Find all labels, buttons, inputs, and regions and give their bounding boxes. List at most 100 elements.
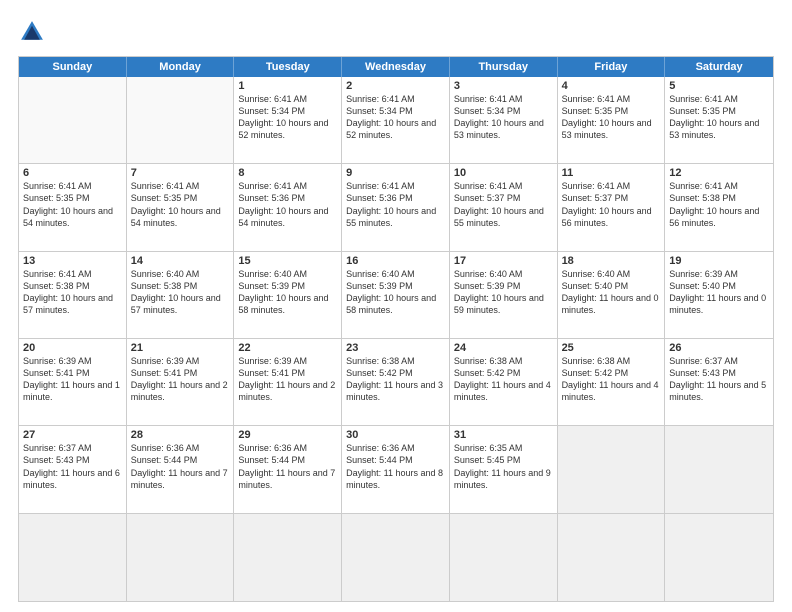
day-number: 24 [454, 342, 553, 354]
logo-icon [18, 18, 46, 46]
calendar-cell: 13Sunrise: 6:41 AM Sunset: 5:38 PM Dayli… [19, 252, 127, 338]
calendar-cell: 3Sunrise: 6:41 AM Sunset: 5:34 PM Daylig… [450, 77, 558, 163]
calendar-cell: 15Sunrise: 6:40 AM Sunset: 5:39 PM Dayli… [234, 252, 342, 338]
cell-info: Sunrise: 6:41 AM Sunset: 5:34 PM Dayligh… [346, 93, 445, 142]
cell-info: Sunrise: 6:41 AM Sunset: 5:37 PM Dayligh… [454, 180, 553, 229]
day-number: 23 [346, 342, 445, 354]
calendar-cell: 1Sunrise: 6:41 AM Sunset: 5:34 PM Daylig… [234, 77, 342, 163]
calendar-cell: 14Sunrise: 6:40 AM Sunset: 5:38 PM Dayli… [127, 252, 235, 338]
cell-info: Sunrise: 6:41 AM Sunset: 5:38 PM Dayligh… [23, 268, 122, 317]
cell-info: Sunrise: 6:36 AM Sunset: 5:44 PM Dayligh… [131, 442, 230, 491]
weekday-header-thursday: Thursday [450, 57, 558, 77]
day-number: 7 [131, 167, 230, 179]
day-number: 5 [669, 80, 769, 92]
day-number: 12 [669, 167, 769, 179]
day-number: 4 [562, 80, 661, 92]
calendar-cell: 10Sunrise: 6:41 AM Sunset: 5:37 PM Dayli… [450, 164, 558, 250]
weekday-header-friday: Friday [558, 57, 666, 77]
calendar-cell [450, 514, 558, 601]
calendar-cell [342, 514, 450, 601]
weekday-header-monday: Monday [127, 57, 235, 77]
calendar-cell: 22Sunrise: 6:39 AM Sunset: 5:41 PM Dayli… [234, 339, 342, 425]
day-number: 13 [23, 255, 122, 267]
day-number: 27 [23, 429, 122, 441]
cell-info: Sunrise: 6:41 AM Sunset: 5:38 PM Dayligh… [669, 180, 769, 229]
calendar-row: 13Sunrise: 6:41 AM Sunset: 5:38 PM Dayli… [19, 252, 773, 339]
cell-info: Sunrise: 6:40 AM Sunset: 5:39 PM Dayligh… [454, 268, 553, 317]
calendar-cell [127, 77, 235, 163]
calendar-cell: 25Sunrise: 6:38 AM Sunset: 5:42 PM Dayli… [558, 339, 666, 425]
weekday-header-saturday: Saturday [665, 57, 773, 77]
calendar-cell: 9Sunrise: 6:41 AM Sunset: 5:36 PM Daylig… [342, 164, 450, 250]
calendar-cell: 26Sunrise: 6:37 AM Sunset: 5:43 PM Dayli… [665, 339, 773, 425]
calendar-cell [558, 426, 666, 512]
calendar-cell [234, 514, 342, 601]
day-number: 22 [238, 342, 337, 354]
day-number: 28 [131, 429, 230, 441]
day-number: 14 [131, 255, 230, 267]
cell-info: Sunrise: 6:38 AM Sunset: 5:42 PM Dayligh… [346, 355, 445, 404]
calendar-cell: 16Sunrise: 6:40 AM Sunset: 5:39 PM Dayli… [342, 252, 450, 338]
cell-info: Sunrise: 6:38 AM Sunset: 5:42 PM Dayligh… [454, 355, 553, 404]
cell-info: Sunrise: 6:39 AM Sunset: 5:41 PM Dayligh… [23, 355, 122, 404]
calendar-cell: 23Sunrise: 6:38 AM Sunset: 5:42 PM Dayli… [342, 339, 450, 425]
calendar-row: 1Sunrise: 6:41 AM Sunset: 5:34 PM Daylig… [19, 77, 773, 164]
cell-info: Sunrise: 6:41 AM Sunset: 5:34 PM Dayligh… [238, 93, 337, 142]
day-number: 1 [238, 80, 337, 92]
day-number: 10 [454, 167, 553, 179]
day-number: 17 [454, 255, 553, 267]
day-number: 6 [23, 167, 122, 179]
calendar-cell: 18Sunrise: 6:40 AM Sunset: 5:40 PM Dayli… [558, 252, 666, 338]
cell-info: Sunrise: 6:41 AM Sunset: 5:36 PM Dayligh… [238, 180, 337, 229]
calendar-cell: 31Sunrise: 6:35 AM Sunset: 5:45 PM Dayli… [450, 426, 558, 512]
day-number: 30 [346, 429, 445, 441]
calendar-cell [558, 514, 666, 601]
day-number: 16 [346, 255, 445, 267]
day-number: 18 [562, 255, 661, 267]
cell-info: Sunrise: 6:41 AM Sunset: 5:35 PM Dayligh… [669, 93, 769, 142]
cell-info: Sunrise: 6:36 AM Sunset: 5:44 PM Dayligh… [346, 442, 445, 491]
day-number: 11 [562, 167, 661, 179]
cell-info: Sunrise: 6:41 AM Sunset: 5:35 PM Dayligh… [562, 93, 661, 142]
page: SundayMondayTuesdayWednesdayThursdayFrid… [0, 0, 792, 612]
cell-info: Sunrise: 6:37 AM Sunset: 5:43 PM Dayligh… [669, 355, 769, 404]
cell-info: Sunrise: 6:36 AM Sunset: 5:44 PM Dayligh… [238, 442, 337, 491]
day-number: 9 [346, 167, 445, 179]
cell-info: Sunrise: 6:39 AM Sunset: 5:41 PM Dayligh… [238, 355, 337, 404]
cell-info: Sunrise: 6:40 AM Sunset: 5:39 PM Dayligh… [346, 268, 445, 317]
logo [18, 18, 50, 46]
calendar-body: 1Sunrise: 6:41 AM Sunset: 5:34 PM Daylig… [19, 77, 773, 601]
cell-info: Sunrise: 6:40 AM Sunset: 5:38 PM Dayligh… [131, 268, 230, 317]
calendar-header: SundayMondayTuesdayWednesdayThursdayFrid… [19, 57, 773, 77]
calendar-cell: 5Sunrise: 6:41 AM Sunset: 5:35 PM Daylig… [665, 77, 773, 163]
calendar-cell [665, 514, 773, 601]
calendar-cell: 17Sunrise: 6:40 AM Sunset: 5:39 PM Dayli… [450, 252, 558, 338]
calendar-cell: 6Sunrise: 6:41 AM Sunset: 5:35 PM Daylig… [19, 164, 127, 250]
calendar-cell [19, 514, 127, 601]
day-number: 19 [669, 255, 769, 267]
cell-info: Sunrise: 6:39 AM Sunset: 5:41 PM Dayligh… [131, 355, 230, 404]
day-number: 26 [669, 342, 769, 354]
cell-info: Sunrise: 6:40 AM Sunset: 5:40 PM Dayligh… [562, 268, 661, 317]
calendar-cell: 7Sunrise: 6:41 AM Sunset: 5:35 PM Daylig… [127, 164, 235, 250]
calendar: SundayMondayTuesdayWednesdayThursdayFrid… [18, 56, 774, 602]
cell-info: Sunrise: 6:39 AM Sunset: 5:40 PM Dayligh… [669, 268, 769, 317]
calendar-cell: 4Sunrise: 6:41 AM Sunset: 5:35 PM Daylig… [558, 77, 666, 163]
calendar-cell: 28Sunrise: 6:36 AM Sunset: 5:44 PM Dayli… [127, 426, 235, 512]
calendar-cell [19, 77, 127, 163]
calendar-cell: 2Sunrise: 6:41 AM Sunset: 5:34 PM Daylig… [342, 77, 450, 163]
cell-info: Sunrise: 6:41 AM Sunset: 5:34 PM Dayligh… [454, 93, 553, 142]
cell-info: Sunrise: 6:35 AM Sunset: 5:45 PM Dayligh… [454, 442, 553, 491]
day-number: 31 [454, 429, 553, 441]
day-number: 3 [454, 80, 553, 92]
calendar-cell: 12Sunrise: 6:41 AM Sunset: 5:38 PM Dayli… [665, 164, 773, 250]
calendar-cell: 24Sunrise: 6:38 AM Sunset: 5:42 PM Dayli… [450, 339, 558, 425]
calendar-cell: 30Sunrise: 6:36 AM Sunset: 5:44 PM Dayli… [342, 426, 450, 512]
calendar-cell: 29Sunrise: 6:36 AM Sunset: 5:44 PM Dayli… [234, 426, 342, 512]
day-number: 20 [23, 342, 122, 354]
cell-info: Sunrise: 6:41 AM Sunset: 5:35 PM Dayligh… [23, 180, 122, 229]
day-number: 25 [562, 342, 661, 354]
calendar-row [19, 514, 773, 601]
day-number: 21 [131, 342, 230, 354]
calendar-cell: 8Sunrise: 6:41 AM Sunset: 5:36 PM Daylig… [234, 164, 342, 250]
